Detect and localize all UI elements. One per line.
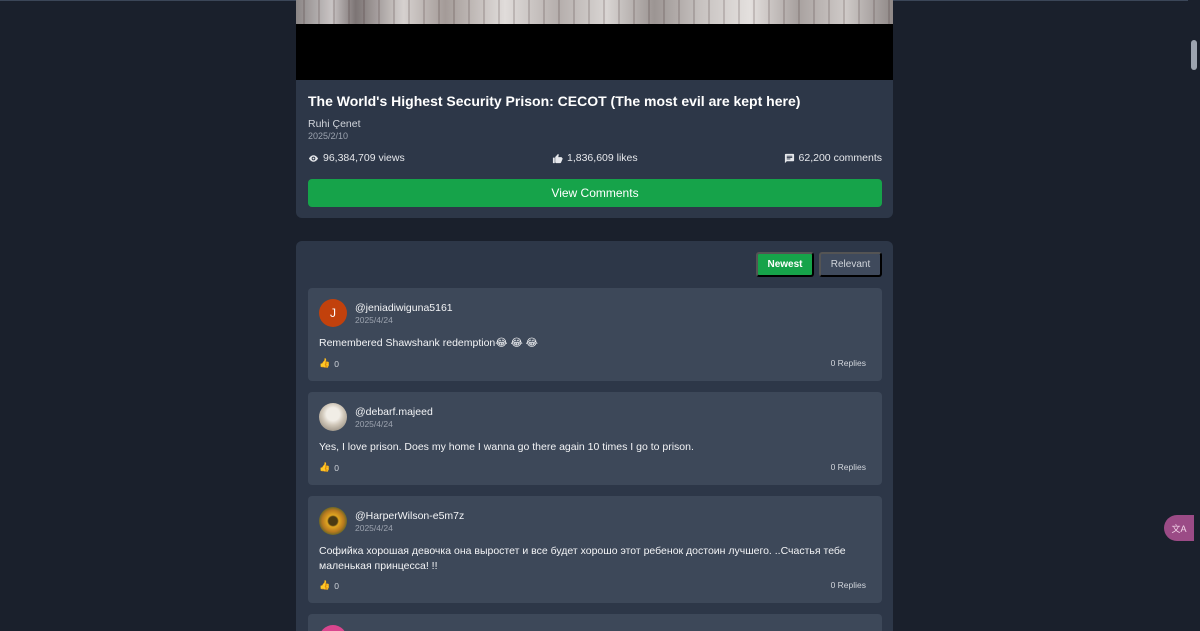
video-card: The World's Highest Security Prison: CEC… — [296, 0, 893, 218]
views-stat: 96,384,709 views — [308, 152, 405, 164]
video-thumbnail — [296, 0, 893, 24]
avatar — [319, 625, 347, 631]
sort-newest-button[interactable]: Newest — [756, 252, 814, 277]
thumbs-up-icon: 👍 — [319, 358, 331, 368]
comment-author[interactable]: @jeniadiwiguna5161 — [355, 302, 453, 314]
comment-date: 2025/4/24 — [355, 419, 393, 429]
eye-icon — [308, 154, 319, 162]
publish-date: 2025/2/10 — [308, 131, 349, 141]
comment-date: 2025/4/24 — [355, 315, 393, 325]
video-stats: 96,384,709 views 1,836,609 likes 62,200 … — [308, 152, 882, 166]
comment-date: 2025/4/24 — [355, 523, 393, 533]
main-column: The World's Highest Security Prison: CEC… — [296, 0, 893, 631]
avatar — [319, 403, 347, 431]
sort-relevant-button[interactable]: Relevant — [819, 252, 882, 277]
views-count: 96,384,709 views — [323, 152, 405, 164]
comment-text: Софийка хорошая девочка она выростет и в… — [319, 545, 846, 572]
video-player[interactable] — [296, 0, 893, 80]
comments-stat: 62,200 comments — [784, 152, 882, 164]
video-title: The World's Highest Security Prison: CEC… — [308, 93, 801, 109]
comment-item: @HarperWilson-e5m7z 2025/4/24 Софийка хо… — [308, 496, 882, 603]
comment-likes[interactable]: 👍 0 — [319, 580, 339, 591]
translate-icon[interactable]: 文A — [1164, 515, 1194, 541]
comment-like-count: 0 — [334, 580, 339, 591]
comment-author[interactable]: @debarf.majeed — [355, 406, 433, 418]
channel-name[interactable]: Ruhi Çenet — [308, 118, 361, 130]
comment-like-count: 0 — [334, 462, 339, 473]
comment-text: Yes, I love prison. Does my home I wanna… — [319, 441, 694, 453]
comment-replies[interactable]: 0 Replies — [831, 358, 866, 368]
comment-item: @debarf.majeed 2025/4/24 Yes, I love pri… — [308, 392, 882, 485]
comment-item — [308, 614, 882, 631]
comment-icon — [784, 153, 794, 163]
avatar: J — [319, 299, 347, 327]
comment-item: J @jeniadiwiguna5161 2025/4/24 Remembere… — [308, 288, 882, 381]
comment-like-count: 0 — [334, 358, 339, 369]
comment-likes[interactable]: 👍 0 — [319, 462, 339, 473]
comment-text: Remembered Shawshank redemption😂 😂 😂 — [319, 337, 538, 349]
scrollbar-thumb[interactable] — [1191, 40, 1197, 70]
likes-count: 1,836,609 likes — [567, 152, 638, 164]
page: The World's Highest Security Prison: CEC… — [0, 0, 1200, 631]
thumbs-up-icon — [552, 153, 563, 163]
comment-replies[interactable]: 0 Replies — [831, 580, 866, 590]
avatar — [319, 507, 347, 535]
comment-replies[interactable]: 0 Replies — [831, 462, 866, 472]
likes-stat: 1,836,609 likes — [552, 152, 638, 164]
comments-count: 62,200 comments — [798, 152, 882, 164]
comments-panel: Newest Relevant J @jeniadiwiguna5161 202… — [296, 241, 893, 631]
view-comments-button[interactable]: View Comments — [308, 179, 882, 207]
thumbs-up-icon: 👍 — [319, 462, 331, 472]
comment-likes[interactable]: 👍 0 — [319, 358, 339, 369]
comment-author[interactable]: @HarperWilson-e5m7z — [355, 510, 464, 522]
thumbs-up-icon: 👍 — [319, 580, 331, 590]
